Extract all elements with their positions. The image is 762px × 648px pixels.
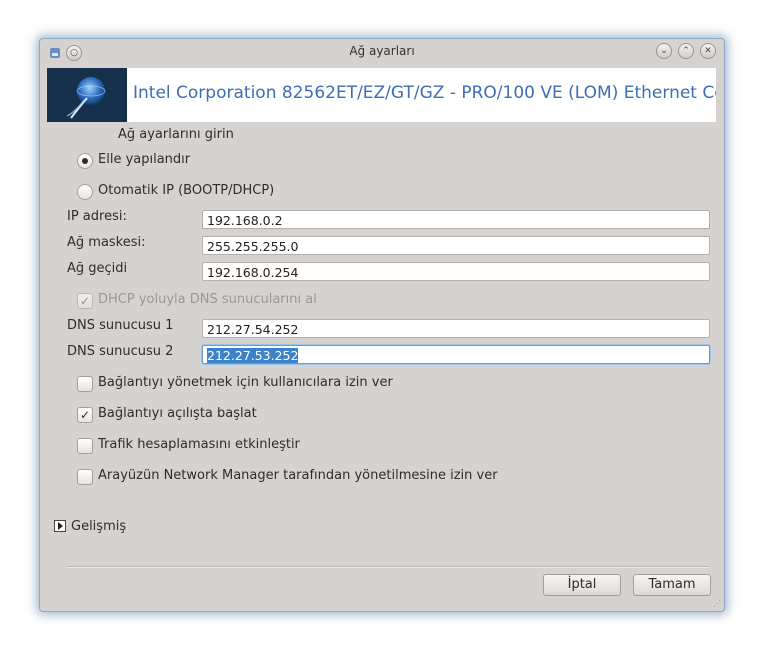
allow-users-checkbox[interactable] [77,376,93,392]
dhcp-dns-label: DHCP yoluyla DNS sunucularını al [98,292,317,307]
auto-ip-radio[interactable] [77,184,93,200]
ok-button[interactable]: Tamam [633,574,711,596]
start-at-boot-label[interactable]: Bağlantıyı açılışta başlat [98,406,257,421]
header-banner: Intel Corporation 82562ET/EZ/GT/GZ - PRO… [47,68,716,122]
ip-address-input[interactable]: 192.168.0.2 [202,210,710,229]
device-name: Intel Corporation 82562ET/EZ/GT/GZ - PRO… [133,83,716,103]
dns2-label: DNS sunucusu 2 [67,344,174,359]
expander-arrow-icon[interactable] [54,520,66,532]
allow-users-label[interactable]: Bağlantıyı yönetmek için kullanıcılara i… [98,375,393,390]
netmask-input[interactable]: 255.255.255.0 [202,236,710,255]
dns2-selected-text: 212.27.53.252 [207,348,299,363]
gateway-input[interactable]: 192.168.0.254 [202,262,710,281]
maximize-icon[interactable]: ⌃ [678,43,694,59]
traffic-accounting-checkbox[interactable] [77,438,93,454]
dns1-input[interactable]: 212.27.54.252 [202,319,710,338]
network-settings-dialog: ○ Ağ ayarları ⌄ ⌃ ✕ Intel Corporation 82… [39,38,725,612]
close-icon[interactable]: ✕ [700,43,716,59]
dns2-input[interactable]: 212.27.53.252 [202,345,710,364]
gateway-label: Ağ geçidi [67,261,128,276]
network-manager-checkbox[interactable] [77,469,93,485]
resize-grip-icon[interactable]: ⋰ [713,599,721,608]
netmask-label: Ağ maskesi: [67,235,146,250]
auto-ip-label[interactable]: Otomatik IP (BOOTP/DHCP) [98,183,274,198]
network-manager-label[interactable]: Arayüzün Network Manager tarafından yöne… [98,468,498,483]
start-at-boot-checkbox[interactable]: ✓ [77,407,93,423]
section-heading: Ağ ayarlarını girin [118,127,234,142]
dhcp-dns-checkbox[interactable]: ✓ [77,293,93,309]
title-bar[interactable]: ○ Ağ ayarları ⌄ ⌃ ✕ [40,39,724,65]
window-title: Ağ ayarları [349,44,415,58]
separator [66,566,710,568]
manual-config-radio[interactable] [77,153,93,169]
manual-config-label[interactable]: Elle yapılandır [98,152,190,167]
network-globe-icon [47,68,127,122]
traffic-accounting-label[interactable]: Trafik hesaplamasını etkinleştir [98,437,300,452]
ip-address-label: IP adresi: [67,209,127,224]
advanced-expander-label[interactable]: Gelişmiş [71,519,126,534]
cancel-button[interactable]: İptal [543,574,621,596]
dns1-label: DNS sunucusu 1 [67,318,174,333]
minimize-icon[interactable]: ⌄ [656,43,672,59]
